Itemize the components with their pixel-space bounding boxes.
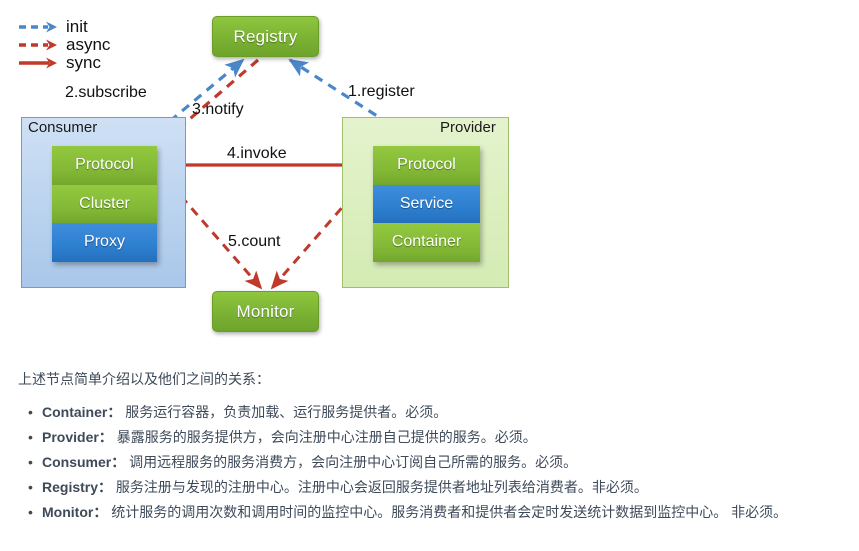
flow-label-notify: 3.notify xyxy=(192,101,244,118)
node-description-term: Registry： xyxy=(42,479,113,495)
legend-label-init: init xyxy=(66,17,88,36)
legend-item-init: init xyxy=(18,18,110,36)
node-description-term: Container： xyxy=(42,404,122,420)
node-description-text: 服务注册与发现的注册中心。注册中心会返回服务提供者地址列表给消费者。非必须。 xyxy=(112,479,648,495)
legend-label-async: async xyxy=(66,35,111,54)
node-description-text: 暴露服务的服务提供方，会向注册中心注册自己提供的服务。必须。 xyxy=(112,429,537,445)
node-description-item: Registry： 服务注册与发现的注册中心。注册中心会返回服务提供者地址列表给… xyxy=(28,475,787,500)
provider-layer-container[interactable]: Container xyxy=(373,223,480,262)
flow-label-invoke: 4.invoke xyxy=(227,145,287,162)
node-description-item: Container： 服务运行容器，负责加载、运行服务提供者。必须。 xyxy=(28,400,787,425)
node-description-text: 调用远程服务的服务消费方，会向注册中心订阅自己所需的服务。必须。 xyxy=(125,454,578,470)
node-description-item: Monitor： 统计服务的调用次数和调用时间的监控中心。服务消费者和提供者会定… xyxy=(28,500,788,525)
consumer-layer-cluster[interactable]: Cluster xyxy=(52,184,157,224)
node-registry[interactable]: Registry xyxy=(212,16,319,57)
legend-item-async: async xyxy=(18,36,110,54)
provider-layer-protocol[interactable]: Protocol xyxy=(373,146,480,185)
node-description-text: 服务运行容器，负责加载、运行服务提供者。必须。 xyxy=(121,404,448,420)
async-arrow-icon xyxy=(19,39,57,51)
group-provider-label: Provider xyxy=(440,119,496,136)
group-consumer-label: Consumer xyxy=(28,119,98,136)
architecture-diagram: init async sync Registry Monitor Consume… xyxy=(0,0,859,350)
flow-label-register: 1.register xyxy=(348,83,415,100)
node-description-text: 统计服务的调用次数和调用时间的监控中心。服务消费者和提供者会定时发送统计数据到监… xyxy=(107,504,788,520)
consumer-layer-stack: Protocol Cluster Proxy xyxy=(52,146,157,262)
flow-label-count: 5.count xyxy=(228,233,281,250)
flow-label-subscribe: 2.subscribe xyxy=(65,84,147,101)
intro-paragraph: 上述节点简单介绍以及他们之间的关系： xyxy=(18,371,270,387)
node-monitor[interactable]: Monitor xyxy=(212,291,319,332)
node-description-item: Consumer： 调用远程服务的服务消费方，会向注册中心订阅自己所需的服务。必… xyxy=(28,450,787,475)
init-arrow-icon xyxy=(19,21,57,33)
provider-layer-service[interactable]: Service xyxy=(373,184,480,224)
consumer-layer-protocol[interactable]: Protocol xyxy=(52,146,157,185)
node-description-term: Consumer： xyxy=(42,454,126,470)
node-description-term: Monitor： xyxy=(42,504,108,520)
provider-layer-stack: Protocol Service Container xyxy=(373,146,480,262)
node-description-list: Container： 服务运行容器，负责加载、运行服务提供者。必须。Provid… xyxy=(20,400,787,525)
legend-item-sync: sync xyxy=(18,54,110,72)
legend-label-sync: sync xyxy=(66,53,101,72)
sync-arrow-icon xyxy=(19,57,57,69)
consumer-layer-proxy[interactable]: Proxy xyxy=(52,223,157,262)
node-description-term: Provider： xyxy=(42,429,113,445)
legend: init async sync xyxy=(18,18,110,72)
node-description-item: Provider： 暴露服务的服务提供方，会向注册中心注册自己提供的服务。必须。 xyxy=(28,425,787,450)
